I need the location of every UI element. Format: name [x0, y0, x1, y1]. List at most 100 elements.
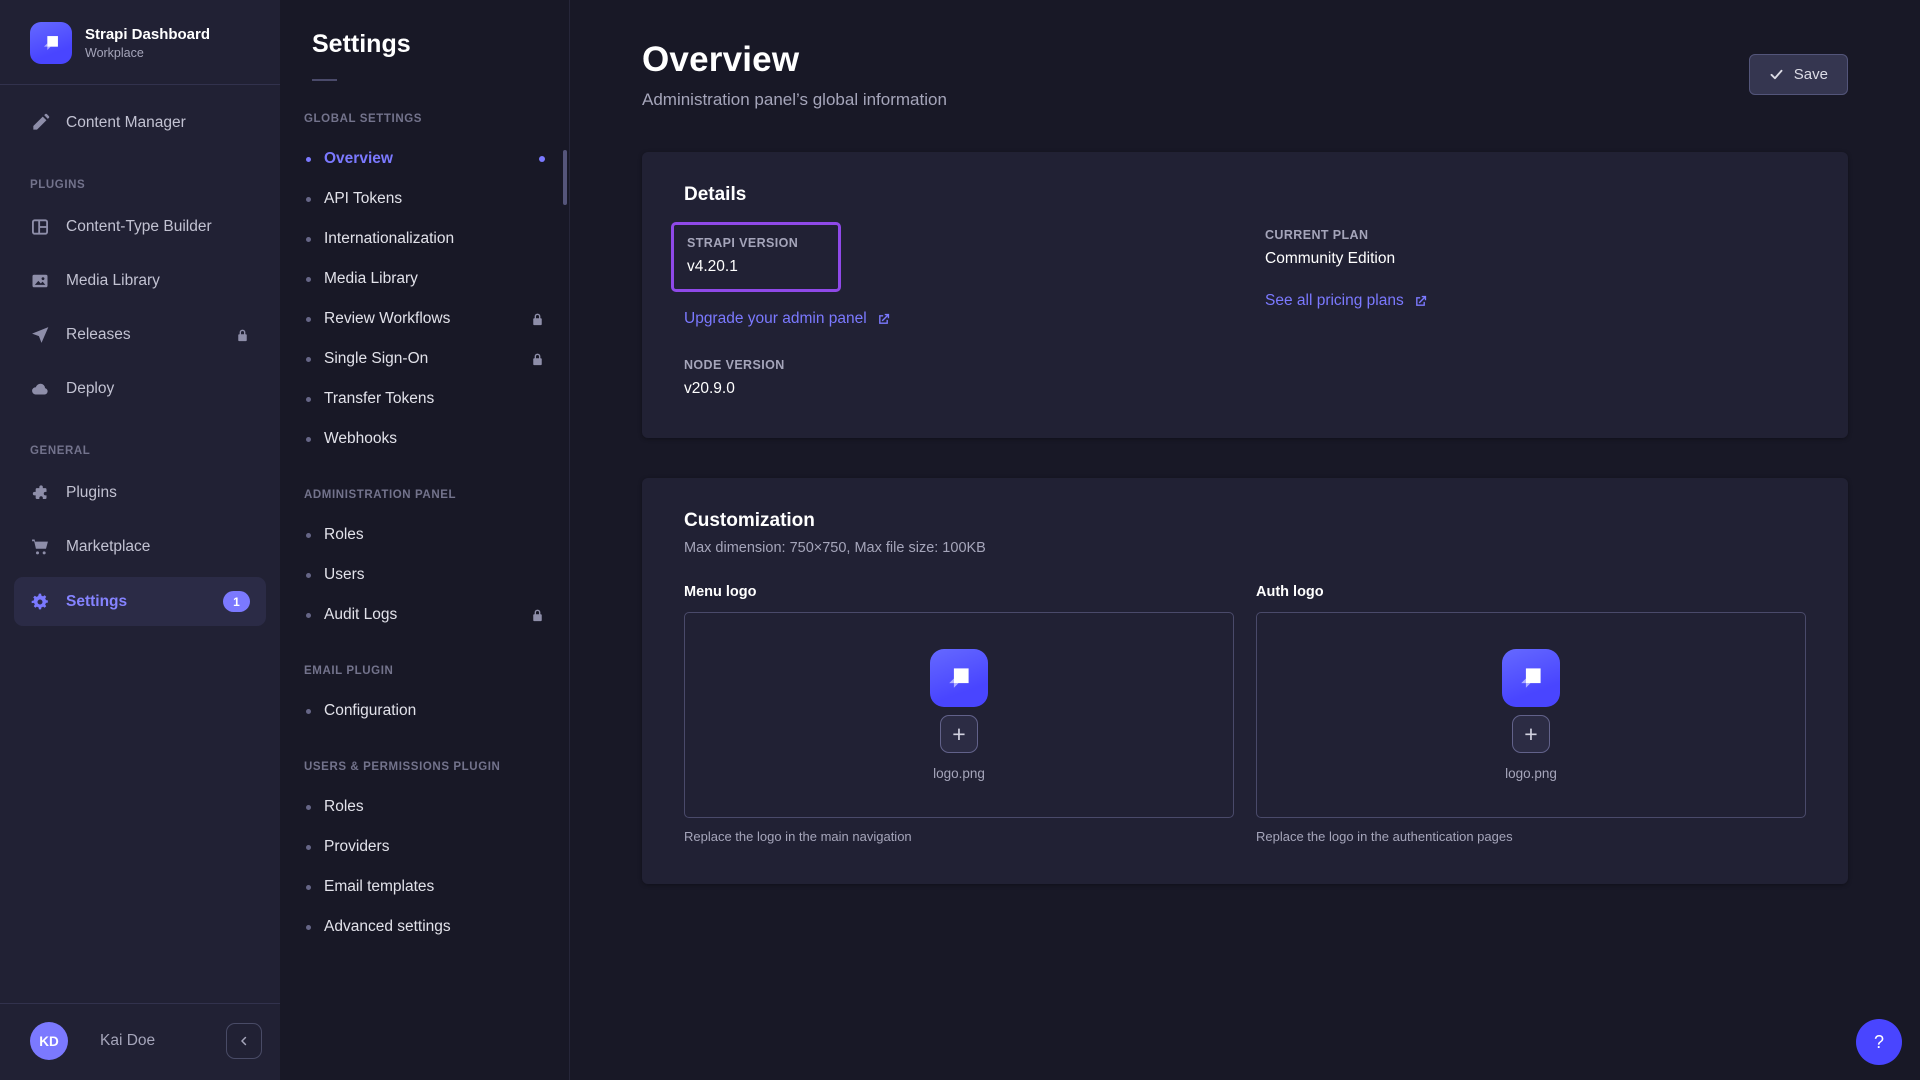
- strapi-logo-icon: [30, 22, 72, 64]
- settings-nav-label: Audit Logs: [324, 606, 397, 624]
- settings-nav-label: Configuration: [324, 702, 416, 720]
- customization-card: Customization Max dimension: 750×750, Ma…: [642, 478, 1848, 884]
- settings-nav-item-webhooks[interactable]: Webhooks: [280, 419, 569, 459]
- settings-badge: 1: [223, 591, 250, 612]
- pricing-plans-link[interactable]: See all pricing plans: [1265, 292, 1428, 310]
- add-logo-button[interactable]: +: [1512, 715, 1550, 753]
- strapi-version-label: STRAPI VERSION: [687, 236, 798, 250]
- divider: [312, 79, 337, 81]
- strapi-logo-icon: [1502, 649, 1560, 707]
- main-content: Overview Administration panel’s global i…: [570, 0, 1920, 1080]
- settings-nav-label: Media Library: [324, 270, 418, 288]
- settings-nav-item-roles-up[interactable]: Roles: [280, 787, 569, 827]
- settings-nav-label: Review Workflows: [324, 310, 450, 328]
- settings-section-global: GLOBAL SETTINGS: [280, 83, 569, 139]
- sidebar-item-label: Deploy: [66, 380, 114, 398]
- sidebar-item-label: Settings: [66, 593, 127, 611]
- settings-nav-item-advanced-settings[interactable]: Advanced settings: [280, 907, 569, 947]
- settings-nav-item-transfer-tokens[interactable]: Transfer Tokens: [280, 379, 569, 419]
- bullet-icon: [306, 237, 311, 242]
- upgrade-admin-panel-link[interactable]: Upgrade your admin panel: [684, 310, 891, 328]
- sidebar-item-content-manager[interactable]: Content Manager: [14, 99, 266, 147]
- sidebar-item-label: Marketplace: [66, 538, 150, 556]
- sidebar-item-plugins[interactable]: Plugins: [14, 469, 266, 517]
- settings-nav-item-audit-logs[interactable]: Audit Logs: [280, 595, 569, 635]
- current-plan-value: Community Edition: [1265, 250, 1806, 268]
- customization-card-title: Customization: [684, 510, 1806, 532]
- bullet-icon: [306, 277, 311, 282]
- sidebar-item-label: Content-Type Builder: [66, 218, 212, 236]
- settings-nav-label: Internationalization: [324, 230, 454, 248]
- settings-nav-item-media-library[interactable]: Media Library: [280, 259, 569, 299]
- lock-icon: [530, 608, 545, 623]
- settings-nav-item-single-sign-on[interactable]: Single Sign-On: [280, 339, 569, 379]
- pen-icon: [30, 113, 50, 133]
- strapi-version-highlight: STRAPI VERSION v4.20.1: [671, 222, 841, 292]
- settings-section-admin-panel: ADMINISTRATION PANEL: [280, 459, 569, 515]
- settings-nav-label: Webhooks: [324, 430, 397, 448]
- check-icon: [1769, 67, 1784, 82]
- strapi-version-value: v4.20.1: [687, 258, 798, 276]
- settings-nav-item-providers[interactable]: Providers: [280, 827, 569, 867]
- settings-nav-label: API Tokens: [324, 190, 402, 208]
- workspace-brand[interactable]: Strapi Dashboard Workplace: [0, 0, 280, 84]
- notification-dot-icon: [539, 156, 545, 162]
- settings-nav-label: Single Sign-On: [324, 350, 428, 368]
- help-button[interactable]: ?: [1856, 1019, 1902, 1065]
- bullet-icon: [306, 317, 311, 322]
- settings-nav-item-review-workflows[interactable]: Review Workflows: [280, 299, 569, 339]
- page-subtitle: Administration panel’s global informatio…: [642, 90, 947, 110]
- chevron-left-icon: [237, 1034, 251, 1048]
- menu-logo-filename: logo.png: [933, 766, 985, 781]
- main-sidebar: Strapi Dashboard Workplace Content Manag…: [0, 0, 280, 1080]
- save-button[interactable]: Save: [1749, 54, 1848, 95]
- collapse-sidebar-button[interactable]: [226, 1023, 262, 1059]
- settings-nav-item-configuration[interactable]: Configuration: [280, 691, 569, 731]
- settings-nav-label: Roles: [324, 526, 364, 544]
- bullet-icon: [306, 437, 311, 442]
- nav-section-general: GENERAL: [14, 419, 266, 469]
- settings-nav-item-overview[interactable]: Overview: [280, 139, 569, 179]
- bullet-icon: [306, 533, 311, 538]
- menu-logo-label: Menu logo: [684, 584, 1234, 600]
- sidebar-item-deploy[interactable]: Deploy: [14, 365, 266, 413]
- cloud-icon: [30, 379, 50, 399]
- settings-nav-label: Roles: [324, 798, 364, 816]
- node-version-value: v20.9.0: [684, 380, 1225, 398]
- sidebar-item-settings[interactable]: Settings 1: [14, 577, 266, 626]
- workspace-title: Strapi Dashboard: [85, 26, 210, 43]
- add-logo-button[interactable]: +: [940, 715, 978, 753]
- image-icon: [30, 271, 50, 291]
- sidebar-item-marketplace[interactable]: Marketplace: [14, 523, 266, 571]
- sidebar-item-media-library[interactable]: Media Library: [14, 257, 266, 305]
- settings-nav-label: Users: [324, 566, 364, 584]
- settings-nav-item-roles-admin[interactable]: Roles: [280, 515, 569, 555]
- sidebar-item-label: Media Library: [66, 272, 160, 290]
- settings-nav-item-internationalization[interactable]: Internationalization: [280, 219, 569, 259]
- details-card-title: Details: [684, 184, 1806, 206]
- node-version-label: NODE VERSION: [684, 358, 1225, 372]
- workspace-subtitle: Workplace: [85, 46, 210, 60]
- save-button-label: Save: [1794, 66, 1828, 83]
- settings-section-email-plugin: EMAIL PLUGIN: [280, 635, 569, 691]
- strapi-logo-icon: [930, 649, 988, 707]
- sidebar-item-releases[interactable]: Releases: [14, 311, 266, 359]
- menu-logo-upload-area[interactable]: + logo.png: [684, 612, 1234, 818]
- bullet-icon: [306, 805, 311, 810]
- sidebar-item-content-type-builder[interactable]: Content-Type Builder: [14, 203, 266, 251]
- sidebar-item-label: Plugins: [66, 484, 117, 502]
- bullet-icon: [306, 885, 311, 890]
- send-icon: [30, 325, 50, 345]
- settings-nav-item-api-tokens[interactable]: API Tokens: [280, 179, 569, 219]
- user-menu[interactable]: KD Kai Doe: [0, 1003, 280, 1080]
- bullet-icon: [306, 157, 311, 162]
- layout-icon: [30, 217, 50, 237]
- settings-nav-item-users[interactable]: Users: [280, 555, 569, 595]
- nav-section-plugins: PLUGINS: [14, 153, 266, 203]
- settings-nav-label: Email templates: [324, 878, 434, 896]
- lock-icon: [530, 312, 545, 327]
- settings-nav-label: Providers: [324, 838, 389, 856]
- scrollbar-thumb[interactable]: [563, 150, 567, 205]
- settings-nav-item-email-templates[interactable]: Email templates: [280, 867, 569, 907]
- auth-logo-upload-area[interactable]: + logo.png: [1256, 612, 1806, 818]
